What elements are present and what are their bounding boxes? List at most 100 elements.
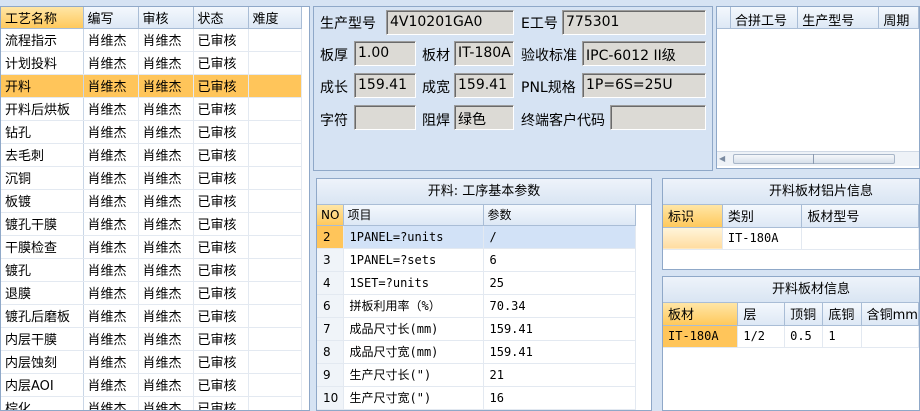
value-cell[interactable]: 159.41 — [483, 317, 636, 341]
process-name-cell[interactable]: 镀孔 — [1, 258, 84, 282]
table-row[interactable]: 4 1SET=?units 25 — [317, 271, 636, 295]
difficulty-cell[interactable] — [248, 120, 302, 144]
writer-cell[interactable]: 肖维杰 — [83, 166, 139, 190]
acceptance-field[interactable]: IPC-6012 II级 — [582, 41, 706, 66]
no-cell[interactable]: 2 — [317, 225, 344, 249]
writer-cell[interactable]: 肖维杰 — [83, 28, 139, 52]
item-cell[interactable]: 1PANEL=?units — [343, 225, 484, 249]
difficulty-cell[interactable] — [248, 189, 302, 213]
reviewer-cell[interactable]: 肖维杰 — [138, 97, 194, 121]
process-name-cell[interactable]: 开料 — [1, 74, 84, 98]
table-row[interactable]: IT-180A — [663, 227, 919, 250]
difficulty-cell[interactable] — [248, 304, 302, 328]
difficulty-cell[interactable] — [248, 74, 302, 98]
reviewer-cell[interactable]: 肖维杰 — [138, 281, 194, 305]
reviewer-cell[interactable]: 肖维杰 — [138, 120, 194, 144]
writer-cell[interactable]: 肖维杰 — [83, 97, 139, 121]
no-cell[interactable]: 8 — [317, 340, 344, 364]
customer-code-field[interactable] — [610, 105, 706, 130]
column-header-board-model[interactable]: 板材型号 — [801, 205, 919, 228]
column-header-board-material[interactable]: 板材 — [663, 303, 739, 326]
reviewer-cell[interactable]: 肖维杰 — [138, 258, 194, 282]
difficulty-cell[interactable] — [248, 327, 302, 351]
item-cell[interactable]: 成品尺寸宽(mm) — [343, 340, 484, 364]
value-cell[interactable]: 16 — [483, 386, 636, 410]
writer-cell[interactable]: 肖维杰 — [83, 189, 139, 213]
column-header-product-model[interactable]: 生产型号 — [798, 7, 880, 29]
item-cell[interactable]: 生产尺寸宽(") — [343, 386, 484, 410]
column-header-bottom-copper[interactable]: 底铜 — [822, 303, 862, 326]
difficulty-cell[interactable] — [248, 212, 302, 236]
scrollbar-thumb[interactable] — [733, 154, 895, 164]
difficulty-cell[interactable] — [248, 373, 302, 397]
reviewer-cell[interactable]: 肖维杰 — [138, 212, 194, 236]
difficulty-cell[interactable] — [248, 97, 302, 121]
process-name-cell[interactable]: 内层干膜 — [1, 327, 84, 351]
length-field[interactable]: 159.41 — [354, 73, 416, 98]
status-cell[interactable]: 已审核 — [193, 143, 249, 167]
column-header-category[interactable]: 类别 — [722, 205, 803, 228]
status-cell[interactable]: 已审核 — [193, 51, 249, 75]
status-cell[interactable]: 已审核 — [193, 281, 249, 305]
no-cell[interactable]: 6 — [317, 294, 344, 318]
difficulty-cell[interactable] — [248, 51, 302, 75]
difficulty-cell[interactable] — [248, 235, 302, 259]
horizontal-scrollbar[interactable]: ◀ — [717, 151, 919, 166]
difficulty-cell[interactable] — [248, 281, 302, 305]
mark-cell[interactable] — [663, 227, 723, 250]
difficulty-cell[interactable] — [248, 143, 302, 167]
process-name-cell[interactable]: 退膜 — [1, 281, 84, 305]
status-cell[interactable]: 已审核 — [193, 97, 249, 121]
column-header-item[interactable]: 项目 — [343, 205, 484, 226]
status-cell[interactable]: 已审核 — [193, 74, 249, 98]
width-field[interactable]: 159.41 — [454, 73, 514, 98]
status-cell[interactable]: 已审核 — [193, 396, 249, 410]
solder-mask-field[interactable]: 绿色 — [454, 105, 514, 130]
table-row[interactable]: 流程指示 肖维杰 肖维杰 已审核 — [1, 28, 302, 52]
table-row[interactable]: 钻孔 肖维杰 肖维杰 已审核 — [1, 120, 302, 144]
difficulty-cell[interactable] — [248, 258, 302, 282]
e-no-field[interactable]: 775301 — [562, 10, 706, 35]
table-row[interactable]: 8 成品尺寸宽(mm) 159.41 — [317, 340, 636, 364]
reviewer-cell[interactable]: 肖维杰 — [138, 143, 194, 167]
difficulty-cell[interactable] — [248, 396, 302, 410]
layer-cell[interactable]: 1/2 — [737, 325, 786, 348]
column-header-top-copper[interactable]: 顶铜 — [784, 303, 824, 326]
difficulty-cell[interactable] — [248, 28, 302, 52]
writer-cell[interactable]: 肖维杰 — [83, 74, 139, 98]
writer-cell[interactable]: 肖维杰 — [83, 120, 139, 144]
status-cell[interactable]: 已审核 — [193, 166, 249, 190]
status-cell[interactable]: 已审核 — [193, 350, 249, 374]
writer-cell[interactable]: 肖维杰 — [83, 212, 139, 236]
process-name-cell[interactable]: 干膜检查 — [1, 235, 84, 259]
table-row[interactable]: 开料 肖维杰 肖维杰 已审核 — [1, 74, 302, 98]
table-row[interactable]: 开料后烘板 肖维杰 肖维杰 已审核 — [1, 97, 302, 121]
reviewer-cell[interactable]: 肖维杰 — [138, 327, 194, 351]
reviewer-cell[interactable]: 肖维杰 — [138, 189, 194, 213]
item-cell[interactable]: 1PANEL=?sets — [343, 248, 484, 272]
board-model-cell[interactable] — [801, 227, 919, 250]
process-name-cell[interactable]: 开料后烘板 — [1, 97, 84, 121]
bottom-copper-cell[interactable]: 1 — [822, 325, 862, 348]
item-cell[interactable]: 成品尺寸长(mm) — [343, 317, 484, 341]
reviewer-cell[interactable]: 肖维杰 — [138, 350, 194, 374]
column-header-writer[interactable]: 编写 — [83, 7, 139, 29]
thickness-field[interactable]: 1.00 — [354, 41, 416, 66]
status-cell[interactable]: 已审核 — [193, 258, 249, 282]
reviewer-cell[interactable]: 肖维杰 — [138, 304, 194, 328]
reviewer-cell[interactable]: 肖维杰 — [138, 166, 194, 190]
table-row[interactable]: 内层干膜 肖维杰 肖维杰 已审核 — [1, 327, 302, 351]
process-name-cell[interactable]: 镀孔后磨板 — [1, 304, 84, 328]
writer-cell[interactable]: 肖维杰 — [83, 350, 139, 374]
status-cell[interactable]: 已审核 — [193, 120, 249, 144]
process-name-cell[interactable]: 棕化 — [1, 396, 84, 410]
writer-cell[interactable]: 肖维杰 — [83, 281, 139, 305]
value-cell[interactable]: 159.41 — [483, 340, 636, 364]
process-name-cell[interactable]: 内层AOI — [1, 373, 84, 397]
table-row[interactable]: 计划投料 肖维杰 肖维杰 已审核 — [1, 51, 302, 75]
table-row[interactable]: 镀孔后磨板 肖维杰 肖维杰 已审核 — [1, 304, 302, 328]
table-row[interactable]: 9 生产尺寸长(") 21 — [317, 363, 636, 387]
item-cell[interactable]: 拼板利用率（%） — [343, 294, 484, 318]
column-header-copper-thickness[interactable]: 含铜mm — [861, 303, 919, 326]
value-cell[interactable]: 70.34 — [483, 294, 636, 318]
